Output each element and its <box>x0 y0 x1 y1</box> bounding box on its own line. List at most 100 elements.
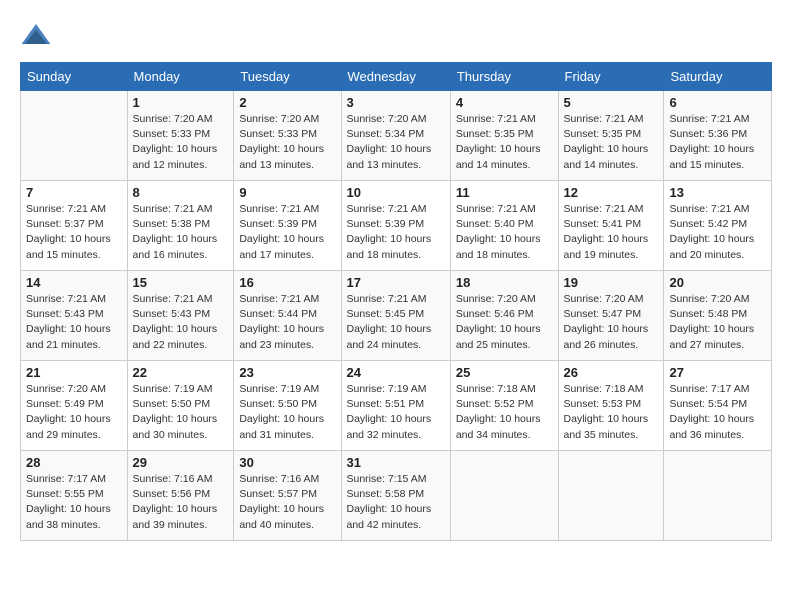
day-number: 2 <box>239 95 335 110</box>
day-info: Sunrise: 7:21 AMSunset: 5:36 PMDaylight:… <box>669 112 766 173</box>
day-number: 17 <box>347 275 445 290</box>
weekday-header-row: SundayMondayTuesdayWednesdayThursdayFrid… <box>21 63 772 91</box>
day-number: 16 <box>239 275 335 290</box>
calendar-cell: 10Sunrise: 7:21 AMSunset: 5:39 PMDayligh… <box>341 181 450 271</box>
calendar-cell: 13 Sunrise: 7:21 AMSunset: 5:42 PMDayligh… <box>664 181 772 271</box>
calendar-cell: 26Sunrise: 7:18 AMSunset: 5:53 PMDayligh… <box>558 361 664 451</box>
day-info: Sunrise: 7:21 AMSunset: 5:40 PMDaylight:… <box>456 202 553 263</box>
day-info: Sunrise: 7:20 AMSunset: 5:48 PMDaylight:… <box>669 292 766 353</box>
day-info: Sunrise: 7:21 AMSunset: 5:43 PMDaylight:… <box>133 292 229 353</box>
day-info: Sunrise: 7:18 AMSunset: 5:52 PMDaylight:… <box>456 382 553 443</box>
calendar-cell: 5 Sunrise: 7:21 AMSunset: 5:35 PMDaylight… <box>558 91 664 181</box>
calendar-cell: 6 Sunrise: 7:21 AMSunset: 5:36 PMDaylight… <box>664 91 772 181</box>
day-number: 20 <box>669 275 766 290</box>
day-info: Sunrise: 7:20 AMSunset: 5:49 PMDaylight:… <box>26 382 122 443</box>
day-number: 12 <box>564 185 659 200</box>
logo-icon <box>20 20 52 52</box>
day-number: 4 <box>456 95 553 110</box>
day-number: 1 <box>133 95 229 110</box>
day-number: 28 <box>26 455 122 470</box>
day-info: Sunrise: 7:21 AMSunset: 5:44 PMDaylight:… <box>239 292 335 353</box>
day-number: 5 <box>564 95 659 110</box>
calendar-week-1: 1 Sunrise: 7:20 AMSunset: 5:33 PMDaylight… <box>21 91 772 181</box>
day-info: Sunrise: 7:16 AMSunset: 5:56 PMDaylight:… <box>133 472 229 533</box>
calendar-cell <box>664 451 772 541</box>
day-info: Sunrise: 7:21 AMSunset: 5:38 PMDaylight:… <box>133 202 229 263</box>
calendar-cell <box>450 451 558 541</box>
day-info: Sunrise: 7:20 AMSunset: 5:46 PMDaylight:… <box>456 292 553 353</box>
calendar-cell: 7 Sunrise: 7:21 AMSunset: 5:37 PMDaylight… <box>21 181 128 271</box>
day-number: 9 <box>239 185 335 200</box>
day-info: Sunrise: 7:19 AMSunset: 5:50 PMDaylight:… <box>133 382 229 443</box>
weekday-header-wednesday: Wednesday <box>341 63 450 91</box>
calendar-week-4: 21 Sunrise: 7:20 AMSunset: 5:49 PMDayligh… <box>21 361 772 451</box>
day-number: 25 <box>456 365 553 380</box>
calendar-cell: 22 Sunrise: 7:19 AMSunset: 5:50 PMDayligh… <box>127 361 234 451</box>
calendar-cell: 12 Sunrise: 7:21 AMSunset: 5:41 PMDayligh… <box>558 181 664 271</box>
calendar-cell: 25 Sunrise: 7:18 AMSunset: 5:52 PMDayligh… <box>450 361 558 451</box>
day-number: 30 <box>239 455 335 470</box>
calendar-cell: 27 Sunrise: 7:17 AMSunset: 5:54 PMDayligh… <box>664 361 772 451</box>
calendar-cell <box>21 91 128 181</box>
calendar-cell: 14Sunrise: 7:21 AMSunset: 5:43 PMDayligh… <box>21 271 128 361</box>
day-info: Sunrise: 7:21 AMSunset: 5:35 PMDaylight:… <box>564 112 659 173</box>
calendar-cell: 29Sunrise: 7:16 AMSunset: 5:56 PMDayligh… <box>127 451 234 541</box>
day-number: 18 <box>456 275 553 290</box>
calendar-week-2: 7 Sunrise: 7:21 AMSunset: 5:37 PMDaylight… <box>21 181 772 271</box>
calendar-cell: 30Sunrise: 7:16 AMSunset: 5:57 PMDayligh… <box>234 451 341 541</box>
day-info: Sunrise: 7:20 AMSunset: 5:33 PMDaylight:… <box>239 112 335 173</box>
day-info: Sunrise: 7:20 AMSunset: 5:33 PMDaylight:… <box>133 112 229 173</box>
calendar-cell: 11 Sunrise: 7:21 AMSunset: 5:40 PMDayligh… <box>450 181 558 271</box>
day-info: Sunrise: 7:21 AMSunset: 5:42 PMDaylight:… <box>669 202 766 263</box>
calendar-cell: 9Sunrise: 7:21 AMSunset: 5:39 PMDaylight… <box>234 181 341 271</box>
day-info: Sunrise: 7:20 AMSunset: 5:34 PMDaylight:… <box>347 112 445 173</box>
day-number: 13 <box>669 185 766 200</box>
day-info: Sunrise: 7:21 AMSunset: 5:41 PMDaylight:… <box>564 202 659 263</box>
calendar-week-5: 28 Sunrise: 7:17 AMSunset: 5:55 PMDayligh… <box>21 451 772 541</box>
day-info: Sunrise: 7:17 AMSunset: 5:55 PMDaylight:… <box>26 472 122 533</box>
day-number: 7 <box>26 185 122 200</box>
calendar-cell: 23 Sunrise: 7:19 AMSunset: 5:50 PMDayligh… <box>234 361 341 451</box>
day-number: 19 <box>564 275 659 290</box>
weekday-header-sunday: Sunday <box>21 63 128 91</box>
calendar-cell: 15 Sunrise: 7:21 AMSunset: 5:43 PMDayligh… <box>127 271 234 361</box>
calendar-cell: 3 Sunrise: 7:20 AMSunset: 5:34 PMDaylight… <box>341 91 450 181</box>
calendar-cell: 21 Sunrise: 7:20 AMSunset: 5:49 PMDayligh… <box>21 361 128 451</box>
calendar-cell: 31Sunrise: 7:15 AMSunset: 5:58 PMDayligh… <box>341 451 450 541</box>
calendar-week-3: 14 Sunrise: 7:21 AMSunset: 5:43 PMDayligh… <box>21 271 772 361</box>
day-info: Sunrise: 7:19 AMSunset: 5:50 PMDaylight:… <box>239 382 335 443</box>
weekday-header-saturday: Saturday <box>664 63 772 91</box>
day-info: Sunrise: 7:21 AMSunset: 5:45 PMDaylight:… <box>347 292 445 353</box>
day-number: 11 <box>456 185 553 200</box>
day-number: 24 <box>347 365 445 380</box>
calendar-cell: 18 Sunrise: 7:20 AMSunset: 5:46 PMDayligh… <box>450 271 558 361</box>
calendar-cell: 8 Sunrise: 7:21 AMSunset: 5:38 PMDaylight… <box>127 181 234 271</box>
calendar-cell: 2 Sunrise: 7:20 AMSunset: 5:33 PMDaylight… <box>234 91 341 181</box>
day-number: 26 <box>564 365 659 380</box>
day-number: 22 <box>133 365 229 380</box>
day-info: Sunrise: 7:17 AMSunset: 5:54 PMDaylight:… <box>669 382 766 443</box>
day-number: 23 <box>239 365 335 380</box>
day-number: 6 <box>669 95 766 110</box>
calendar-cell <box>558 451 664 541</box>
day-info: Sunrise: 7:21 AMSunset: 5:39 PMDaylight:… <box>347 202 445 263</box>
day-number: 31 <box>347 455 445 470</box>
calendar-cell: 17 Sunrise: 7:21 AMSunset: 5:45 PMDayligh… <box>341 271 450 361</box>
day-number: 15 <box>133 275 229 290</box>
day-info: Sunrise: 7:20 AMSunset: 5:47 PMDaylight:… <box>564 292 659 353</box>
logo <box>20 20 56 52</box>
calendar-cell: 1 Sunrise: 7:20 AMSunset: 5:33 PMDaylight… <box>127 91 234 181</box>
day-number: 14 <box>26 275 122 290</box>
day-info: Sunrise: 7:21 AMSunset: 5:37 PMDaylight:… <box>26 202 122 263</box>
weekday-header-friday: Friday <box>558 63 664 91</box>
day-number: 3 <box>347 95 445 110</box>
day-number: 21 <box>26 365 122 380</box>
calendar-cell: 24Sunrise: 7:19 AMSunset: 5:51 PMDayligh… <box>341 361 450 451</box>
calendar-cell: 16 Sunrise: 7:21 AMSunset: 5:44 PMDayligh… <box>234 271 341 361</box>
weekday-header-monday: Monday <box>127 63 234 91</box>
day-number: 27 <box>669 365 766 380</box>
page-header <box>20 20 772 52</box>
calendar-cell: 4Sunrise: 7:21 AMSunset: 5:35 PMDaylight… <box>450 91 558 181</box>
weekday-header-tuesday: Tuesday <box>234 63 341 91</box>
day-number: 8 <box>133 185 229 200</box>
